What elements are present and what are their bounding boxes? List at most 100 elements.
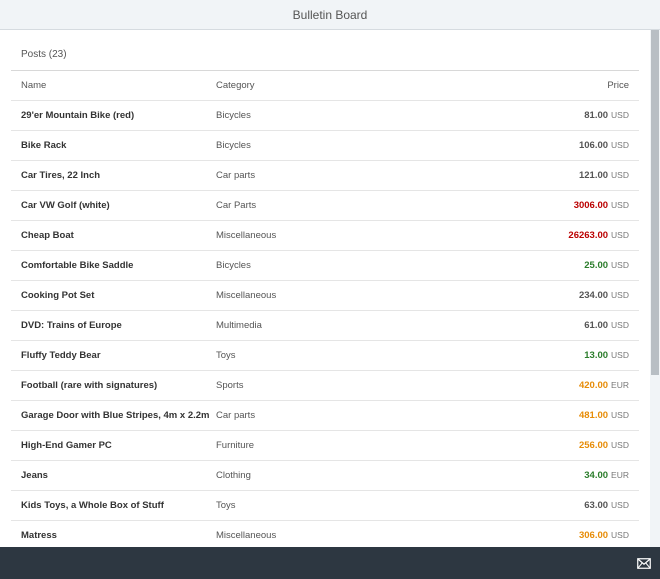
post-category: Toys [216,350,236,361]
table-row[interactable]: High-End Gamer PC Furniture 256.00 USD [11,431,639,461]
table-header-row: Name Category Price [11,71,639,101]
post-name: Cooking Pot Set [21,290,95,301]
price-amount: 26263.00 [568,230,609,241]
post-name: Kids Toys, a Whole Box of Stuff [21,500,164,511]
price-amount: 61.00 [584,320,609,331]
table-row[interactable]: Car VW Golf (white) Car Parts 3006.00 USD [11,191,639,221]
price-amount: 121.00 [578,170,609,181]
column-header-name[interactable]: Name [11,80,216,91]
post-category: Furniture [216,440,255,451]
post-price: 26263.00 USD [446,230,639,241]
post-name: Car Tires, 22 Inch [21,170,101,181]
table-row[interactable]: DVD: Trains of Europe Multimedia 61.00 USD [11,311,639,341]
post-price: 61.00 USD [446,320,639,331]
posts-panel: Posts (23) Name Category Price 29'er Mou… [0,30,650,547]
column-header-category[interactable]: Category [216,80,446,91]
table-row[interactable]: Cheap Boat Miscellaneous 26263.00 USD [11,221,639,251]
scrollbar-thumb[interactable] [651,30,659,375]
table-row[interactable]: Car Tires, 22 Inch Car parts 121.00 USD [11,161,639,191]
post-name: Car VW Golf (white) [21,200,110,211]
price-currency: USD [611,350,629,360]
table-row[interactable]: Fluffy Teddy Bear Toys 13.00 USD [11,341,639,371]
post-name: Matress [21,530,57,541]
post-category: Toys [216,500,236,511]
post-price: 81.00 USD [446,110,639,121]
post-category: Miscellaneous [216,290,277,301]
post-name: 29'er Mountain Bike (red) [21,110,135,121]
post-name: Bike Rack [21,140,67,151]
posts-table: Name Category Price 29'er Mountain Bike … [11,70,639,547]
table-row[interactable]: Football (rare with signatures) Sports 420… [11,371,639,401]
table-row[interactable]: Cooking Pot Set Miscellaneous 234.00 USD [11,281,639,311]
post-category: Clothing [216,470,251,481]
post-price: 256.00 USD [446,440,639,451]
price-currency: USD [611,530,629,540]
post-price: 481.00 USD [446,410,639,421]
price-amount: 481.00 [578,410,609,421]
price-amount: 234.00 [578,290,609,301]
table-row[interactable]: Jeans Clothing 34.00 EUR [11,461,639,491]
post-name: High-End Gamer PC [21,440,112,451]
post-category: Car parts [216,170,256,181]
post-category: Miscellaneous [216,530,277,541]
price-currency: USD [611,110,629,120]
table-row[interactable]: Garage Door with Blue Stripes, 4m x 2.2m… [11,401,639,431]
post-price: 63.00 USD [446,500,639,511]
price-currency: USD [611,140,629,150]
price-currency: USD [611,440,629,450]
price-currency: USD [611,200,629,210]
post-price: 234.00 USD [446,290,639,301]
price-currency: USD [611,260,629,270]
post-category: Bicycles [216,110,251,121]
column-header-price[interactable]: Price [446,80,639,91]
vertical-scrollbar[interactable] [650,30,660,547]
price-amount: 25.00 [584,260,609,271]
post-price: 121.00 USD [446,170,639,181]
price-amount: 81.00 [584,110,609,121]
price-currency: USD [611,500,629,510]
table-row[interactable]: Comfortable Bike Saddle Bicycles 25.00 USD [11,251,639,281]
post-name: Jeans [21,470,48,481]
post-name: Comfortable Bike Saddle [21,260,134,271]
price-amount: 13.00 [584,350,609,361]
post-category: Sports [216,380,244,391]
post-category: Bicycles [216,260,251,271]
post-category: Multimedia [216,320,262,331]
post-price: 34.00 EUR [446,470,639,481]
table-row[interactable]: Kids Toys, a Whole Box of Stuff Toys 63.00… [11,491,639,521]
post-price: 306.00 USD [446,530,639,541]
posts-table-title: Posts (23) [21,49,67,60]
post-category: Miscellaneous [216,230,277,241]
post-name: Cheap Boat [21,230,74,241]
price-currency: USD [611,320,629,330]
price-amount: 420.00 [578,380,609,391]
post-category: Bicycles [216,140,251,151]
price-currency: USD [611,170,629,180]
table-row[interactable]: 29'er Mountain Bike (red) Bicycles 81.00 US… [11,101,639,131]
price-amount: 34.00 [584,470,609,481]
post-category: Car parts [216,410,256,421]
post-price: 25.00 USD [446,260,639,271]
price-currency: USD [611,230,629,240]
table-row[interactable]: Bike Rack Bicycles 106.00 USD [11,131,639,161]
table-row[interactable]: Matress Miscellaneous 306.00 USD [11,521,639,547]
post-name: Fluffy Teddy Bear [21,350,101,361]
price-amount: 306.00 [578,530,609,541]
post-price: 13.00 USD [446,350,639,361]
price-currency: EUR [611,380,629,390]
footer-toolbar [0,547,660,579]
post-name: DVD: Trains of Europe [21,320,122,331]
price-amount: 63.00 [584,500,609,511]
price-amount: 3006.00 [573,200,609,211]
price-currency: EUR [611,470,629,480]
page-title: Bulletin Board [292,7,368,22]
app-header: Bulletin Board [0,0,660,30]
price-currency: USD [611,410,629,420]
post-name: Football (rare with signatures) [21,380,158,391]
post-name: Garage Door with Blue Stripes, 4m x 2.2m [21,410,210,421]
mail-icon[interactable] [637,558,651,569]
price-currency: USD [611,290,629,300]
price-amount: 256.00 [578,440,609,451]
post-price: 106.00 USD [446,140,639,151]
price-amount: 106.00 [578,140,609,151]
